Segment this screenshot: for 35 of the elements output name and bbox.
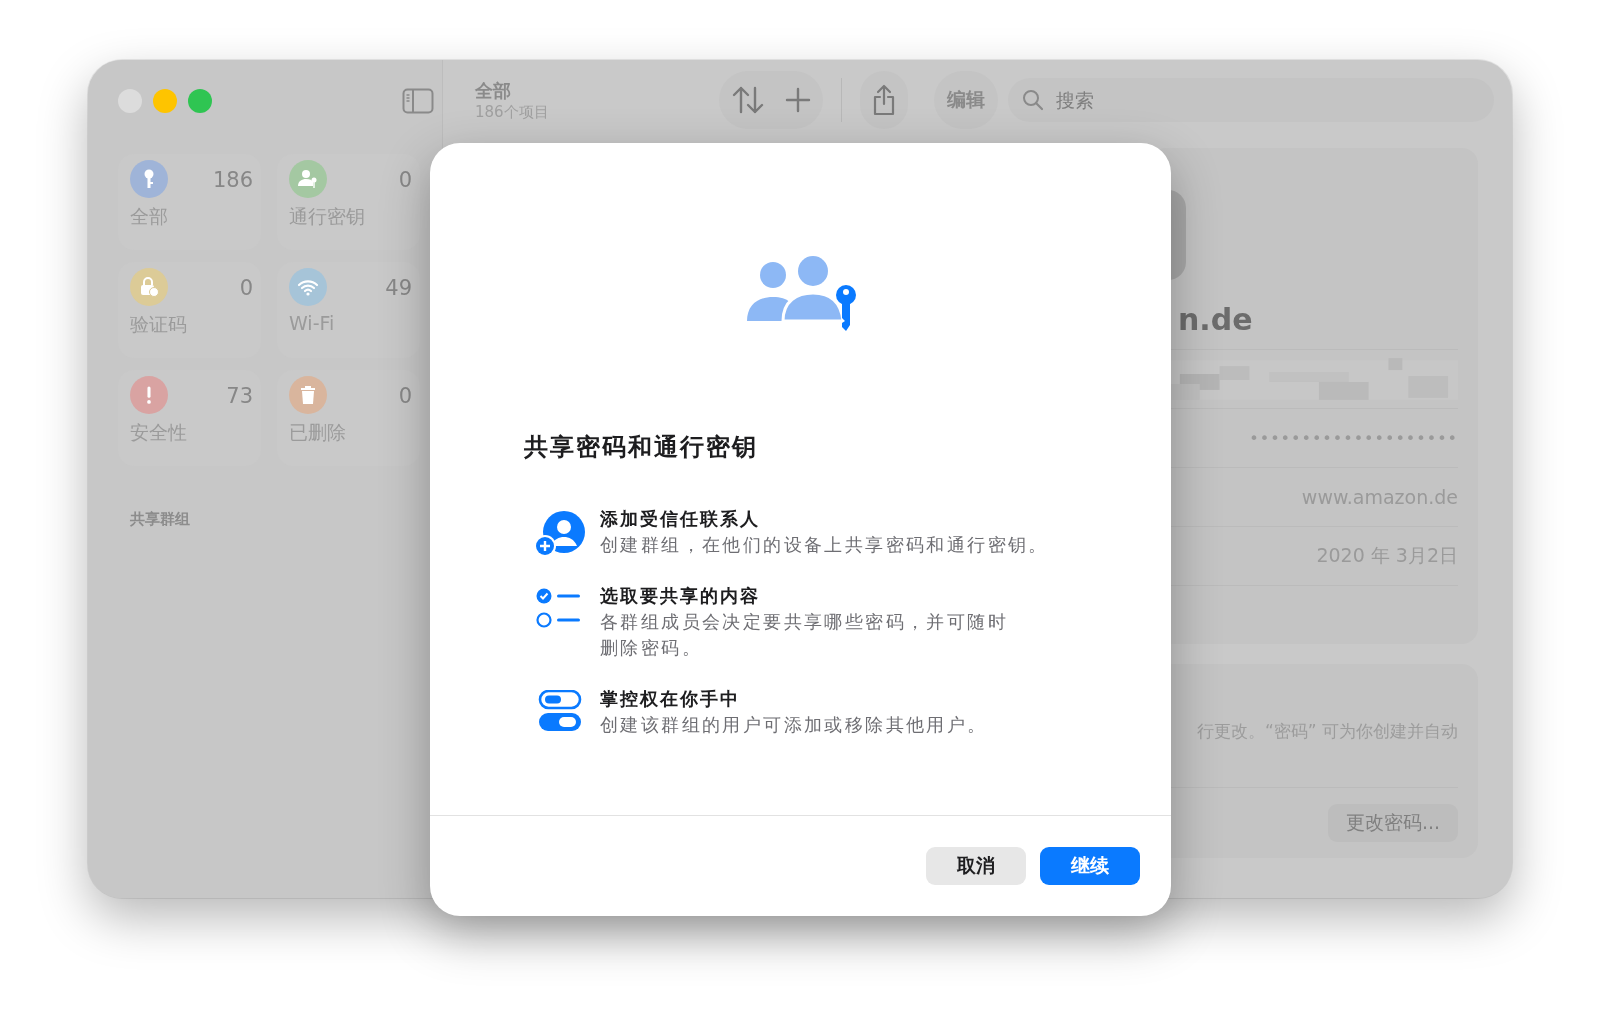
category-count: 49 xyxy=(385,276,412,300)
feature-description: 各群组成员会决定要共享哪些密码，并可随时删除密码。 xyxy=(600,610,1009,660)
category-count: 73 xyxy=(226,384,253,408)
feature-description: 创建群组，在他们的设备上共享密码和通行密钥。 xyxy=(600,533,1050,557)
search-icon xyxy=(1022,89,1044,111)
window-control-button[interactable] xyxy=(188,89,212,113)
cancel-button[interactable]: 取消 xyxy=(926,847,1026,885)
share-icon xyxy=(872,84,896,116)
feature-title: 掌控权在你手中 xyxy=(600,687,741,711)
add-icon[interactable] xyxy=(785,87,811,113)
item-title: n.de xyxy=(1178,302,1254,337)
dialog-title: 共享密码和通行密钥 xyxy=(524,432,759,463)
continue-button[interactable]: 继续 xyxy=(1040,847,1140,885)
change-password-button[interactable]: 更改密码... xyxy=(1327,804,1458,842)
exclamation-icon xyxy=(147,386,151,404)
edit-button[interactable]: 编辑 xyxy=(934,71,998,129)
category-count: 0 xyxy=(398,384,412,408)
sidebar-toggle-icon[interactable] xyxy=(402,88,434,114)
share-button[interactable] xyxy=(860,71,908,129)
add-contact-icon xyxy=(534,510,586,558)
toggle-switches-icon xyxy=(538,690,582,732)
category-count: 186 xyxy=(212,168,253,192)
category-count: 0 xyxy=(398,168,412,192)
sort-icon[interactable] xyxy=(731,85,765,115)
feature-title: 选取要共享的内容 xyxy=(600,584,761,608)
feature-description: 创建该群组的用户可添加或移除其他用户。 xyxy=(600,713,989,737)
search-field[interactable]: 搜索 xyxy=(1008,78,1494,122)
lock-clock-icon xyxy=(138,276,160,298)
feature-title: 添加受信任联系人 xyxy=(600,507,761,531)
password-dots: •••••••••••••••••••• xyxy=(1249,428,1458,448)
window-control-button[interactable] xyxy=(153,89,177,113)
list-title: 全部 xyxy=(475,78,512,103)
person-key-icon xyxy=(297,168,319,190)
category-count: 0 xyxy=(239,276,253,300)
section-header: 共享群组 xyxy=(130,510,191,529)
